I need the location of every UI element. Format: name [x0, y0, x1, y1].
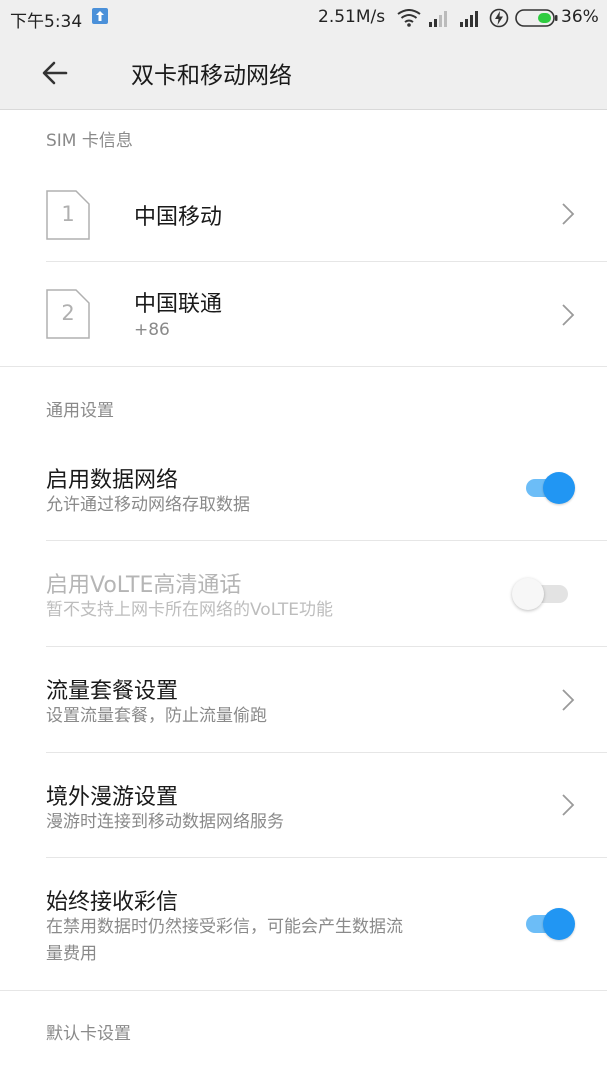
upload-arrow-icon — [92, 8, 108, 24]
divider — [0, 366, 607, 367]
sim-slot-number: 1 — [61, 202, 75, 226]
setting-subtitle: 暂不支持上网卡所在网络的VoLTE功能 — [46, 600, 333, 620]
setting-subtitle: 允许通过移动网络存取数据 — [46, 495, 250, 515]
setting-mms[interactable]: 始终接收彩信 在禁用数据时仍然接受彩信，可能会产生数据流量费用 — [0, 858, 607, 991]
setting-subtitle: 漫游时连接到移动数据网络服务 — [46, 812, 284, 832]
setting-roaming[interactable]: 境外漫游设置 漫游时连接到移动数据网络服务 — [0, 753, 607, 858]
section-header-sim-info: SIM 卡信息 — [46, 131, 133, 151]
sim-carrier-name: 中国联通 — [134, 292, 223, 317]
chevron-right-icon — [558, 303, 578, 327]
battery-percent: 36% — [561, 7, 599, 27]
toggle-knob — [543, 908, 575, 940]
wifi-icon — [397, 9, 421, 32]
setting-volte[interactable]: 启用VoLTE高清通话 暂不支持上网卡所在网络的VoLTE功能 — [0, 541, 607, 647]
chevron-right-icon — [558, 688, 578, 712]
back-arrow-icon — [42, 61, 68, 85]
status-bar: 下午5:34 2.51M/s 36% — [0, 0, 607, 36]
sim-slot-number: 2 — [61, 301, 75, 325]
mobile-data-toggle[interactable] — [526, 470, 575, 506]
setting-subtitle: 设置流量套餐，防止流量偷跑 — [46, 706, 267, 726]
setting-title: 境外漫游设置 — [46, 785, 179, 810]
toggle-knob — [512, 578, 544, 610]
sim-carrier-name: 中国移动 — [134, 205, 223, 230]
divider — [0, 990, 607, 991]
battery-icon — [515, 8, 559, 33]
volte-toggle[interactable] — [512, 576, 568, 612]
toggle-knob — [543, 472, 575, 504]
setting-title: 流量套餐设置 — [46, 679, 179, 704]
toolbar: 双卡和移动网络 — [0, 36, 607, 110]
charging-icon — [489, 8, 509, 33]
section-header-default-card: 默认卡设置 — [46, 1024, 131, 1044]
back-button[interactable] — [30, 48, 80, 98]
status-time: 下午5:34 — [10, 12, 83, 32]
setting-data-plan[interactable]: 流量套餐设置 设置流量套餐，防止流量偷跑 — [0, 647, 607, 753]
setting-subtitle: 在禁用数据时仍然接受彩信，可能会产生数据流量费用 — [46, 917, 403, 964]
sim-row-2[interactable]: 2 中国联通 +86 — [0, 262, 607, 367]
setting-title: 启用数据网络 — [46, 468, 179, 493]
sim-row-1[interactable]: 1 中国移动 — [0, 162, 607, 262]
page-title: 双卡和移动网络 — [131, 63, 292, 89]
network-speed: 2.51M/s — [318, 7, 386, 27]
setting-mobile-data[interactable]: 启用数据网络 允许通过移动网络存取数据 — [0, 436, 607, 541]
section-header-general: 通用设置 — [46, 401, 114, 421]
mms-toggle[interactable] — [526, 906, 575, 942]
chevron-right-icon — [558, 202, 578, 226]
signal-sim1-icon — [428, 9, 450, 32]
signal-sim2-icon — [459, 9, 481, 32]
chevron-right-icon — [558, 793, 578, 817]
setting-title: 启用VoLTE高清通话 — [46, 573, 242, 598]
setting-title: 始终接收彩信 — [46, 890, 179, 915]
sim-phone-number: +86 — [134, 320, 170, 340]
